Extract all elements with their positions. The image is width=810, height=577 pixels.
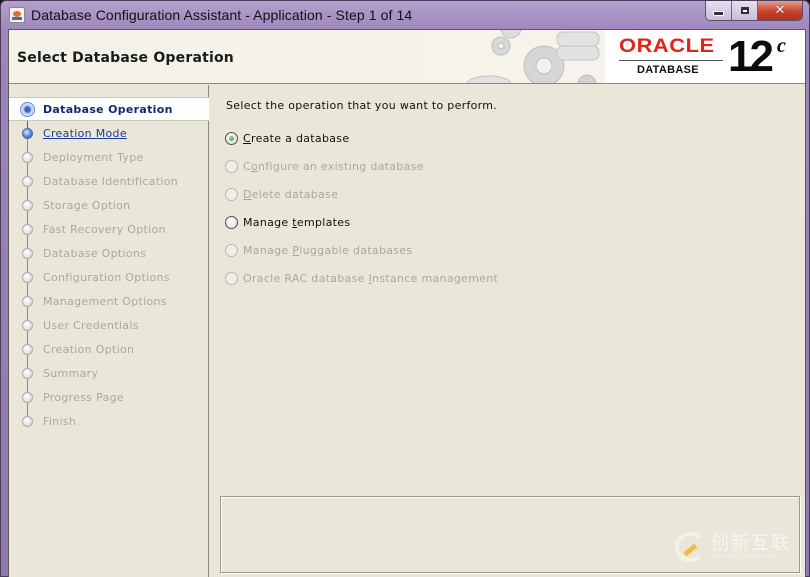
- maximize-icon: [740, 7, 749, 14]
- step-item-database-operation[interactable]: Database Operation: [9, 97, 209, 121]
- step-label: User Credentials: [43, 318, 139, 332]
- step-label: Progress Page: [43, 390, 124, 404]
- watermark: 创新互联 CHUANG XIN HU LIAN: [675, 532, 791, 562]
- step-item-creation-mode[interactable]: Creation Mode: [9, 121, 209, 145]
- step-indicator-icon: [22, 271, 33, 283]
- step-indicator-icon: [22, 319, 33, 331]
- main-content: Select the operation that you want to pe…: [210, 85, 805, 577]
- step-label: Management Options: [43, 294, 167, 308]
- radio-unchecked-icon: [225, 243, 238, 257]
- step-indicator-icon: [22, 247, 33, 259]
- radio-label: Create a database: [243, 131, 350, 145]
- radio-option-create-a-database[interactable]: Create a database: [225, 129, 349, 147]
- step-label: Database Identification: [43, 174, 179, 188]
- oracle-wordmark: ORACLE: [619, 36, 715, 57]
- step-item-configuration-options: Configuration Options: [9, 265, 209, 289]
- step-indicator-icon: [22, 175, 33, 187]
- oracle-logo: ORACLE DATABASE 12 c: [605, 30, 805, 83]
- radio-label: Configure an existing database: [243, 159, 424, 173]
- step-indicator-icon: [22, 343, 33, 355]
- step-item-database-identification: Database Identification: [9, 169, 209, 193]
- radio-unchecked-icon: [225, 187, 238, 201]
- logo-divider: [619, 60, 723, 61]
- radio-label: Delete database: [243, 187, 339, 201]
- radio-option-delete-database: Delete database: [225, 185, 338, 203]
- instruction-text: Select the operation that you want to pe…: [226, 99, 498, 112]
- version-suffix: c: [777, 35, 786, 57]
- maximize-button[interactable]: [732, 1, 758, 20]
- step-indicator-icon: [22, 223, 33, 235]
- details-panel: 创新互联 CHUANG XIN HU LIAN: [220, 496, 800, 573]
- step-indicator-icon: [22, 295, 33, 307]
- title-bar[interactable]: Database Configuration Assistant - Appli…: [1, 1, 809, 29]
- step-label: Database Operation: [43, 102, 173, 116]
- radio-option-manage-templates[interactable]: Manage templates: [225, 213, 350, 231]
- radio-label: Manage templates: [243, 215, 351, 229]
- gears-database-illustration-icon: [466, 30, 600, 83]
- step-indicator-icon: [22, 367, 33, 379]
- step-item-progress-page: Progress Page: [9, 385, 209, 409]
- step-indicator-icon: [22, 127, 33, 139]
- step-item-finish: Finish: [9, 409, 209, 433]
- step-indicator-icon: [22, 415, 33, 427]
- step-label: Fast Recovery Option: [43, 222, 166, 236]
- page-title: Select Database Operation: [17, 50, 234, 66]
- radio-option-manage-pluggable-databases: Manage Pluggable databases: [225, 241, 412, 259]
- radio-option-configure-an-existing-database: Configure an existing database: [225, 157, 424, 175]
- radio-unchecked-icon: [225, 159, 238, 173]
- step-label: Finish: [43, 414, 77, 428]
- step-label: Deployment Type: [43, 150, 144, 164]
- watermark-logo-icon: [675, 532, 705, 562]
- step-item-database-options: Database Options: [9, 241, 209, 265]
- radio-label: Oracle RAC database Instance management: [243, 271, 499, 285]
- dbca-window: Database Configuration Assistant - Appli…: [0, 0, 810, 577]
- close-icon: ✕: [774, 3, 786, 18]
- radio-checked-icon[interactable]: [225, 131, 238, 145]
- product-name: DATABASE: [637, 64, 699, 76]
- watermark-text-cn: 创新互联: [711, 533, 791, 554]
- java-app-icon: [9, 7, 25, 23]
- step-item-management-options: Management Options: [9, 289, 209, 313]
- step-item-user-credentials: User Credentials: [9, 313, 209, 337]
- minimize-button[interactable]: [706, 1, 732, 20]
- step-item-creation-option: Creation Option: [9, 337, 209, 361]
- step-indicator-icon: [20, 101, 35, 117]
- watermark-text-en: CHUANG XIN HU LIAN: [711, 554, 775, 560]
- step-item-summary: Summary: [9, 361, 209, 385]
- dialog-client-area: Select Database Operation ORACLE DATABAS…: [8, 29, 806, 577]
- version-number: 12: [728, 32, 774, 81]
- radio-option-oracle-rac-database-instance-management: Oracle RAC database Instance management: [225, 269, 498, 287]
- step-indicator-icon: [22, 199, 33, 211]
- window-controls: ✕: [705, 1, 803, 21]
- step-item-fast-recovery-option: Fast Recovery Option: [9, 217, 209, 241]
- step-label: Configuration Options: [43, 270, 170, 284]
- radio-unchecked-icon: [225, 271, 238, 285]
- step-indicator-icon: [22, 391, 33, 403]
- steps-sidebar: Database Operation Creation Mode Deploymen…: [9, 85, 209, 577]
- radio-label: Manage Pluggable databases: [243, 243, 413, 257]
- close-button[interactable]: ✕: [758, 1, 802, 20]
- minimize-icon: [713, 11, 724, 16]
- radio-unchecked-icon[interactable]: [225, 215, 238, 229]
- step-indicator-icon: [22, 151, 33, 163]
- step-label: Creation Option: [43, 342, 135, 356]
- step-label: Creation Mode: [43, 126, 127, 140]
- step-label: Database Options: [43, 246, 147, 260]
- step-item-storage-option: Storage Option: [9, 193, 209, 217]
- step-item-deployment-type: Deployment Type: [9, 145, 209, 169]
- page-header: Select Database Operation ORACLE DATABAS…: [9, 30, 805, 84]
- step-label: Storage Option: [43, 198, 131, 212]
- window-title: Database Configuration Assistant - Appli…: [31, 7, 413, 23]
- step-label: Summary: [43, 366, 99, 380]
